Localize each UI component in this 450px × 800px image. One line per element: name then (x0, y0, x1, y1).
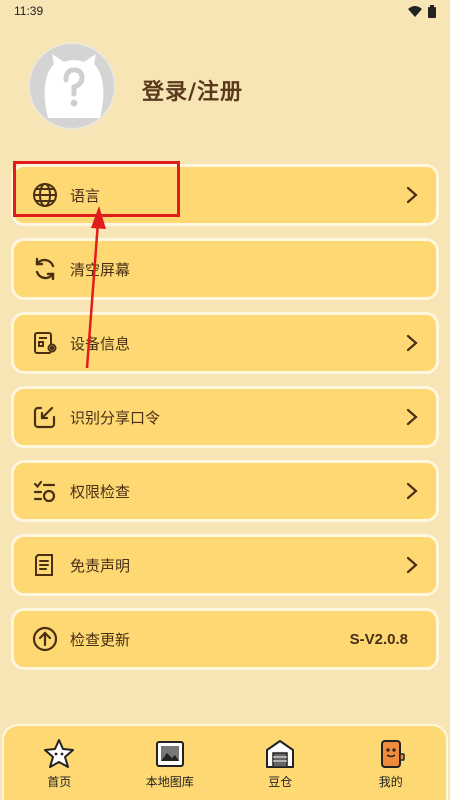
checklist-icon (33, 480, 56, 503)
menu-label-language: 语言 (70, 186, 101, 205)
avatar[interactable] (28, 42, 116, 130)
globe-icon (33, 183, 57, 207)
menu-item-device-info[interactable]: 设备信息 (11, 312, 439, 374)
menu-label-permission-check: 权限检查 (70, 482, 131, 501)
nav-item-mine[interactable]: 我的 (341, 738, 441, 790)
menu-item-clear-screen[interactable]: 清空屏幕 (11, 238, 439, 300)
star-character-icon (44, 739, 75, 768)
bottom-nav: 首页 本地图库 豆仓 我的 (2, 724, 448, 800)
menu-item-language[interactable]: 语言 (11, 164, 439, 226)
menu-item-disclaimer[interactable]: 免责声明 (11, 534, 439, 596)
menu-label-disclaimer: 免责声明 (70, 556, 131, 575)
document-icon (35, 554, 53, 576)
menu-label-share-code: 识别分享口令 (70, 408, 161, 427)
menu-item-permission-check[interactable]: 权限检查 (11, 460, 439, 522)
nav-label-mine: 我的 (378, 775, 403, 789)
status-time: 11:39 (14, 4, 44, 18)
menu-label-check-update: 检查更新 (70, 630, 131, 649)
share-code-icon (33, 406, 56, 429)
menu-label-clear-screen: 清空屏幕 (70, 260, 131, 279)
wifi-icon (408, 5, 422, 17)
menu-item-check-update[interactable]: 检查更新 S-V2.0.8 (11, 608, 439, 670)
chevron-right-icon (406, 482, 418, 500)
menu-label-device-info: 设备信息 (70, 334, 131, 353)
status-bar: 11:39 (0, 0, 450, 22)
gallery-icon (155, 741, 184, 767)
battery-icon (428, 4, 436, 18)
chevron-right-icon (406, 186, 418, 204)
chevron-right-icon (406, 334, 418, 352)
nav-item-local-gallery[interactable]: 本地图库 (120, 738, 220, 790)
chevron-right-icon (406, 556, 418, 574)
placeholder-avatar-icon (44, 54, 104, 118)
device-info-icon (34, 332, 57, 354)
nav-label-home: 首页 (47, 775, 72, 789)
warehouse-icon (266, 740, 295, 768)
login-register-link[interactable]: 登录/注册 (142, 74, 243, 106)
chevron-right-icon (406, 408, 418, 426)
nav-item-warehouse[interactable]: 豆仓 (230, 738, 330, 790)
version-label: S-V2.0.8 (349, 630, 408, 648)
profile-character-icon (380, 740, 405, 768)
nav-item-home[interactable]: 首页 (9, 738, 109, 790)
menu-item-share-code[interactable]: 识别分享口令 (11, 386, 439, 448)
nav-label-local-gallery: 本地图库 (145, 775, 194, 789)
upload-circle-icon (32, 626, 58, 652)
refresh-icon (35, 257, 55, 281)
nav-label-warehouse: 豆仓 (268, 775, 293, 789)
